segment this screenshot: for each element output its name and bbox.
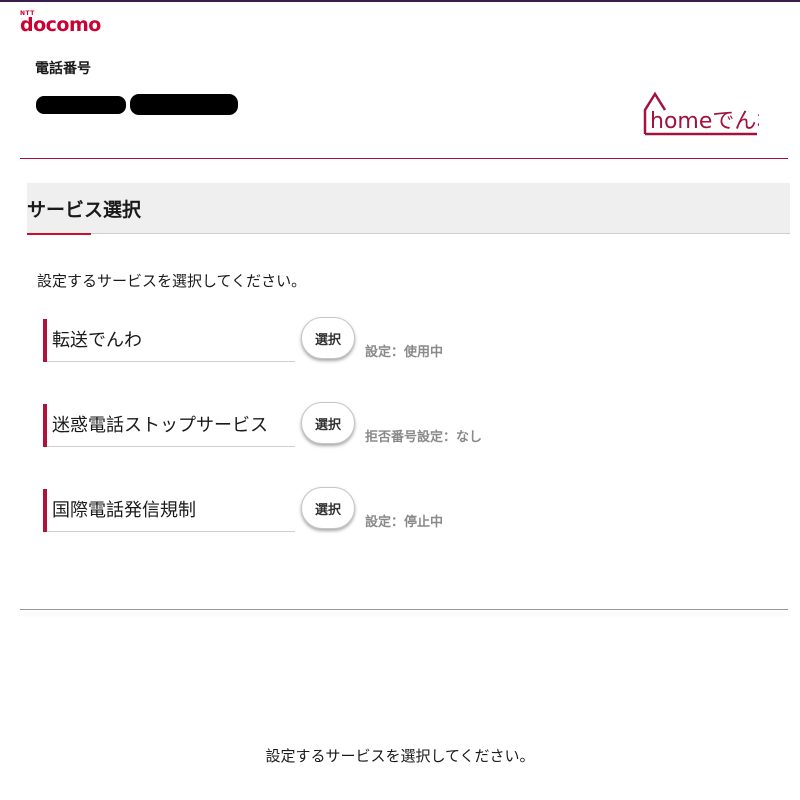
service-underline	[47, 361, 295, 362]
section-accent-underline	[27, 233, 91, 235]
service-accent-bar	[43, 319, 47, 362]
service-row-nuisance-call-stop: 迷惑電話ストップサービス 選択 拒否番号設定：なし	[43, 402, 743, 452]
instruction-text: 設定するサービスを選択してください。	[37, 272, 307, 290]
service-status: 拒否番号設定：なし	[365, 430, 483, 445]
service-accent-bar	[43, 489, 47, 532]
service-row-international-call-restriction: 国際電話発信規制 選択 設定：停止中	[43, 487, 743, 537]
service-status: 設定：停止中	[365, 515, 444, 530]
section-header: サービス選択	[27, 183, 790, 234]
phone-number-label: 電話番号	[35, 61, 91, 77]
redacted-phone-part-1	[36, 96, 126, 114]
select-button-international-call-restriction[interactable]: 選択	[301, 487, 355, 529]
service-name: 迷惑電話ストップサービス	[52, 415, 268, 436]
section-title: サービス選択	[27, 199, 142, 221]
service-name: 転送でんわ	[52, 330, 142, 351]
service-row-call-forwarding: 転送でんわ 選択 設定：使用中	[43, 317, 743, 367]
service-accent-bar	[43, 404, 47, 447]
card-bottom-divider	[20, 609, 788, 610]
service-underline	[47, 531, 295, 532]
top-border	[0, 0, 800, 2]
select-button-nuisance-call-stop[interactable]: 選択	[301, 402, 355, 444]
service-underline	[47, 446, 295, 447]
select-button-call-forwarding[interactable]: 選択	[301, 317, 355, 359]
service-status: 設定：使用中	[365, 345, 444, 360]
footer-message: 設定するサービスを選択してください。	[265, 747, 535, 765]
header-divider	[20, 158, 788, 159]
home-denwa-logo-text: homeでんわ	[650, 109, 759, 134]
home-denwa-logo: homeでんわ	[643, 91, 759, 136]
service-name: 国際電話発信規制	[52, 500, 196, 521]
redacted-phone-part-2	[130, 94, 238, 115]
logo-docomo-text: docomo	[20, 14, 101, 36]
docomo-logo: NTT docomo	[20, 10, 101, 36]
